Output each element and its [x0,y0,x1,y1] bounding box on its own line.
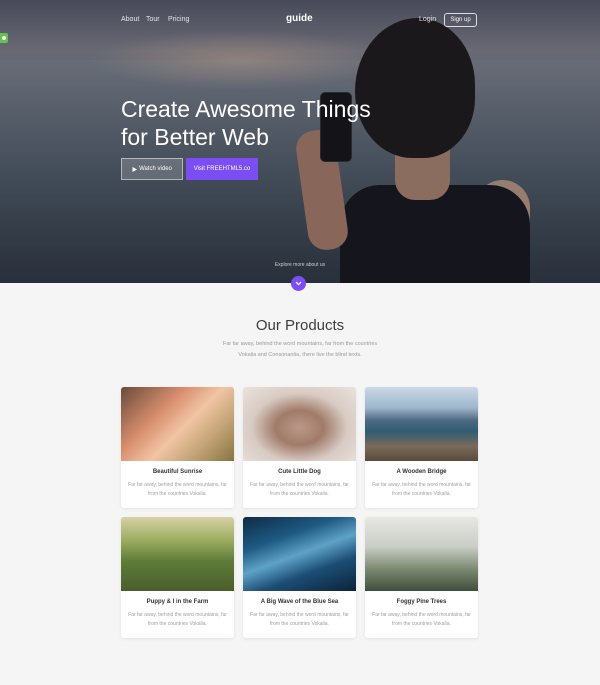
nav-link-tour[interactable]: Tour [146,16,160,23]
play-icon [132,166,138,172]
nav-link-pricing[interactable]: Pricing [168,16,189,23]
product-image [243,517,356,591]
brand-logo[interactable]: guide [286,13,313,24]
chevron-down-icon [295,281,302,286]
watch-video-button[interactable]: Watch video [121,158,183,180]
product-image [365,387,478,461]
scroll-down-button[interactable] [291,276,306,291]
gear-icon [2,36,6,40]
product-description: Far far away, behind the word mountains,… [250,612,349,627]
product-card[interactable]: Foggy Pine Trees Far far away, behind th… [365,517,478,638]
product-card[interactable]: A Wooden Bridge Far far away, behind the… [365,387,478,508]
side-settings-tab[interactable] [0,33,8,43]
product-title: Cute Little Dog [278,469,321,475]
product-image [365,517,478,591]
product-description: Far far away, behind the word mountains,… [372,612,471,627]
login-link[interactable]: Login [419,16,436,23]
product-card[interactable]: Cute Little Dog Far far away, behind the… [243,387,356,508]
explore-more-text[interactable]: Explore more about us [0,262,600,268]
hero-title: Create Awesome Things for Better Web [121,96,371,150]
product-title: A Big Wave of the Blue Sea [260,599,339,605]
product-image [121,387,234,461]
product-image [121,517,234,591]
products-subtitle: Far far away, behind the word mountains,… [222,341,378,358]
visit-freehtml5-button[interactable]: Visit FREEHTML5.co [186,158,258,180]
product-title: Foggy Pine Trees [396,599,447,605]
product-title: Beautiful Sunrise [152,469,203,475]
product-title: A Wooden Bridge [396,469,447,475]
product-description: Far far away, behind the word mountains,… [128,482,227,497]
signup-button[interactable]: Sign up [444,13,477,27]
hero-section: About Tour Pricing guide Login Sign up C… [0,0,600,283]
product-title: Puppy & I in the Farm [146,599,209,605]
product-card[interactable]: A Big Wave of the Blue Sea Far far away,… [243,517,356,638]
nav-link-about[interactable]: About [121,16,139,23]
product-image [243,387,356,461]
product-description: Far far away, behind the word mountains,… [128,612,227,627]
product-description: Far far away, behind the word mountains,… [250,482,349,497]
product-description: Far far away, behind the word mountains,… [372,482,471,497]
top-nav: About Tour Pricing guide Login Sign up [0,0,600,40]
products-heading: Our Products [255,317,345,334]
product-card[interactable]: Puppy & I in the Farm Far far away, behi… [121,517,234,638]
product-card[interactable]: Beautiful Sunrise Far far away, behind t… [121,387,234,508]
